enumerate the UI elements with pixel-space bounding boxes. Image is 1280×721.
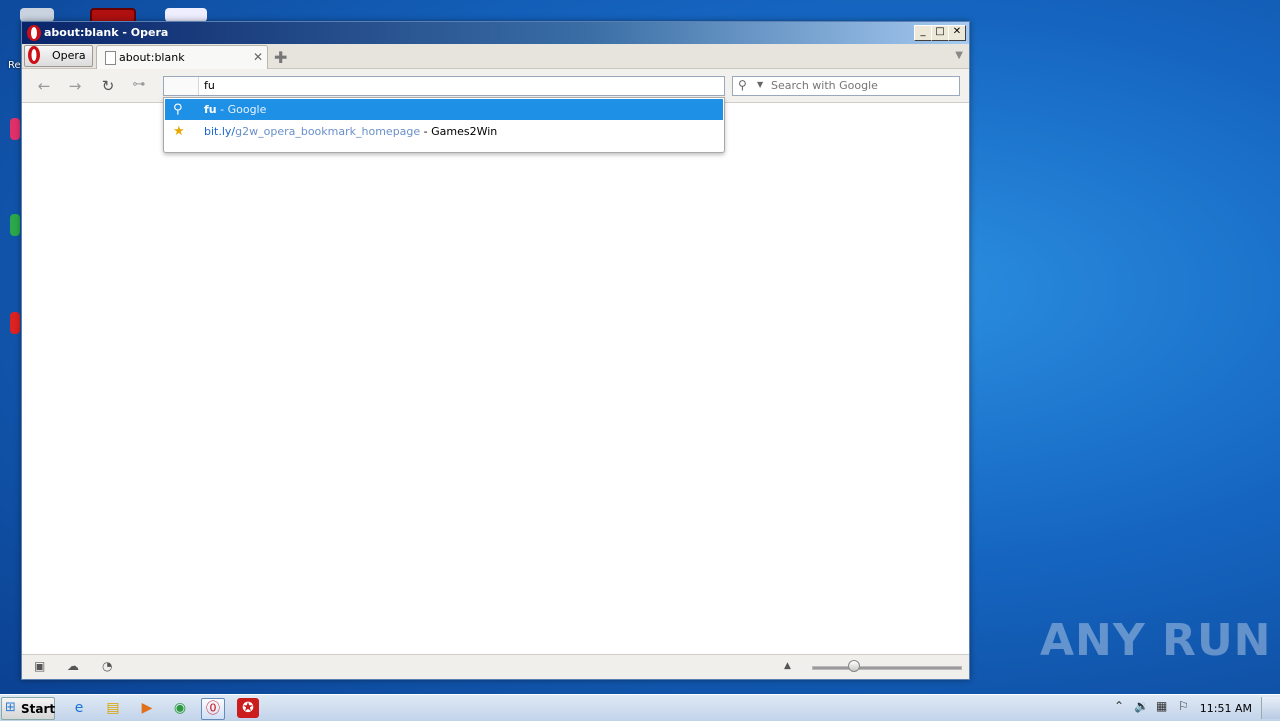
opera-menu-label: Opera — [52, 49, 86, 62]
page-content[interactable] — [22, 103, 969, 655]
opera-logo-icon — [27, 25, 41, 41]
address-bar[interactable] — [163, 76, 725, 96]
search-input[interactable] — [771, 78, 951, 93]
title-bar[interactable]: about:blank - Opera _ □ ✕ — [22, 22, 969, 44]
media-player-icon[interactable]: ▶ — [136, 698, 158, 718]
suggestion-bookmark[interactable]: ★ bit.ly/g2w_opera_bookmark_homepage - G… — [165, 121, 723, 142]
tab-close-icon[interactable]: ✕ — [253, 50, 263, 64]
suggestion-title: - Games2Win — [420, 125, 498, 138]
minimize-button[interactable]: _ — [914, 25, 932, 41]
close-button[interactable]: ✕ — [948, 25, 966, 41]
view-arrow-up-icon[interactable]: ▲ — [784, 661, 791, 671]
maximize-button[interactable]: □ — [931, 25, 949, 41]
start-label: Start — [21, 702, 56, 716]
suggestion-search-google[interactable]: ⚲ fu - Google — [165, 99, 723, 120]
app-taskbar-icon[interactable]: ✪ — [237, 698, 259, 718]
clock[interactable]: 11:51 AM — [1200, 702, 1252, 715]
zoom-slider-handle[interactable] — [848, 660, 860, 672]
show-desktop-button[interactable] — [1261, 697, 1280, 719]
desktop-file-icon[interactable] — [165, 8, 207, 22]
network-icon[interactable]: ▦ — [1156, 699, 1167, 713]
desktop-icon-label: Re — [8, 60, 21, 71]
tab-about-blank[interactable]: about:blank ✕ — [96, 45, 268, 69]
status-bar: ▣ ☁ ◔ ▲ — [22, 654, 969, 679]
desktop-app-icon-4[interactable] — [10, 312, 20, 334]
address-input[interactable] — [204, 78, 704, 93]
tab-bar: Opera about:blank ✕ ✚ ▼ — [22, 44, 969, 69]
tab-list-chevron-down-icon[interactable]: ▼ — [955, 50, 963, 61]
star-icon: ★ — [173, 124, 185, 139]
recycle-bin-icon[interactable] — [20, 8, 54, 22]
window-title: about:blank - Opera — [44, 26, 169, 39]
opera-window[interactable]: about:blank - Opera _ □ ✕ Opera about:bl… — [21, 21, 970, 680]
search-icon: ⚲ — [738, 78, 747, 92]
suggestion-text: fu - Google — [204, 103, 266, 116]
taskbar: ⊞ Start e ▤ ▶ ◉ ⓪ ✪ ⌃ 🔉 ▦ ⚐ 11:51 AM — [0, 694, 1280, 721]
suggestion-url-host: bit.ly/ — [204, 125, 236, 138]
desktop-app-icon-3[interactable] — [10, 214, 20, 236]
action-center-flag-icon[interactable]: ⚐ — [1178, 699, 1189, 713]
site-info-badge[interactable] — [164, 77, 199, 95]
tray-expand-chevron-up-icon[interactable]: ⌃ — [1114, 699, 1124, 713]
zoom-slider[interactable] — [812, 666, 962, 670]
internet-explorer-icon[interactable]: e — [68, 698, 90, 718]
page-icon — [105, 51, 116, 65]
volume-icon[interactable]: 🔉 — [1134, 699, 1149, 713]
reload-icon[interactable]: ↻ — [99, 77, 117, 95]
address-suggestions-dropdown: ⚲ fu - Google ★ bit.ly/g2w_opera_bookmar… — [163, 97, 725, 153]
desktop-app-icon-2[interactable] — [10, 118, 20, 140]
forward-arrow-icon[interactable]: → — [66, 77, 84, 95]
back-arrow-icon[interactable]: ← — [35, 77, 53, 95]
windows-logo-icon: ⊞ — [5, 700, 16, 715]
start-button[interactable]: ⊞ Start — [1, 697, 55, 720]
suggestion-query: fu — [204, 103, 217, 116]
key-icon[interactable]: ⊶ — [130, 77, 148, 92]
suggestion-text: bit.ly/g2w_opera_bookmark_homepage - Gam… — [204, 125, 497, 138]
search-box[interactable]: ⚲ ▼ — [732, 76, 960, 96]
new-tab-plus-icon[interactable]: ✚ — [274, 48, 287, 67]
suggestion-url-path: g2w_opera_bookmark_homepage — [235, 125, 421, 138]
file-explorer-icon[interactable]: ▤ — [102, 698, 124, 718]
panel-toggle-icon[interactable]: ▣ — [34, 659, 45, 673]
opera-menu-logo-icon — [28, 46, 40, 64]
opera-menu-button[interactable]: Opera — [24, 45, 93, 67]
tab-title: about:blank — [119, 51, 185, 64]
opera-taskbar-icon[interactable]: ⓪ — [201, 698, 225, 720]
search-icon: ⚲ — [173, 102, 183, 117]
suggestion-source: - Google — [216, 103, 267, 116]
search-engine-chevron-down-icon[interactable]: ▼ — [757, 80, 763, 89]
anyrun-watermark: ANY RUN — [1040, 615, 1272, 666]
speed-dial-gauge-icon[interactable]: ◔ — [102, 659, 112, 673]
cloud-icon[interactable]: ☁ — [67, 659, 79, 673]
chrome-icon[interactable]: ◉ — [169, 698, 191, 718]
